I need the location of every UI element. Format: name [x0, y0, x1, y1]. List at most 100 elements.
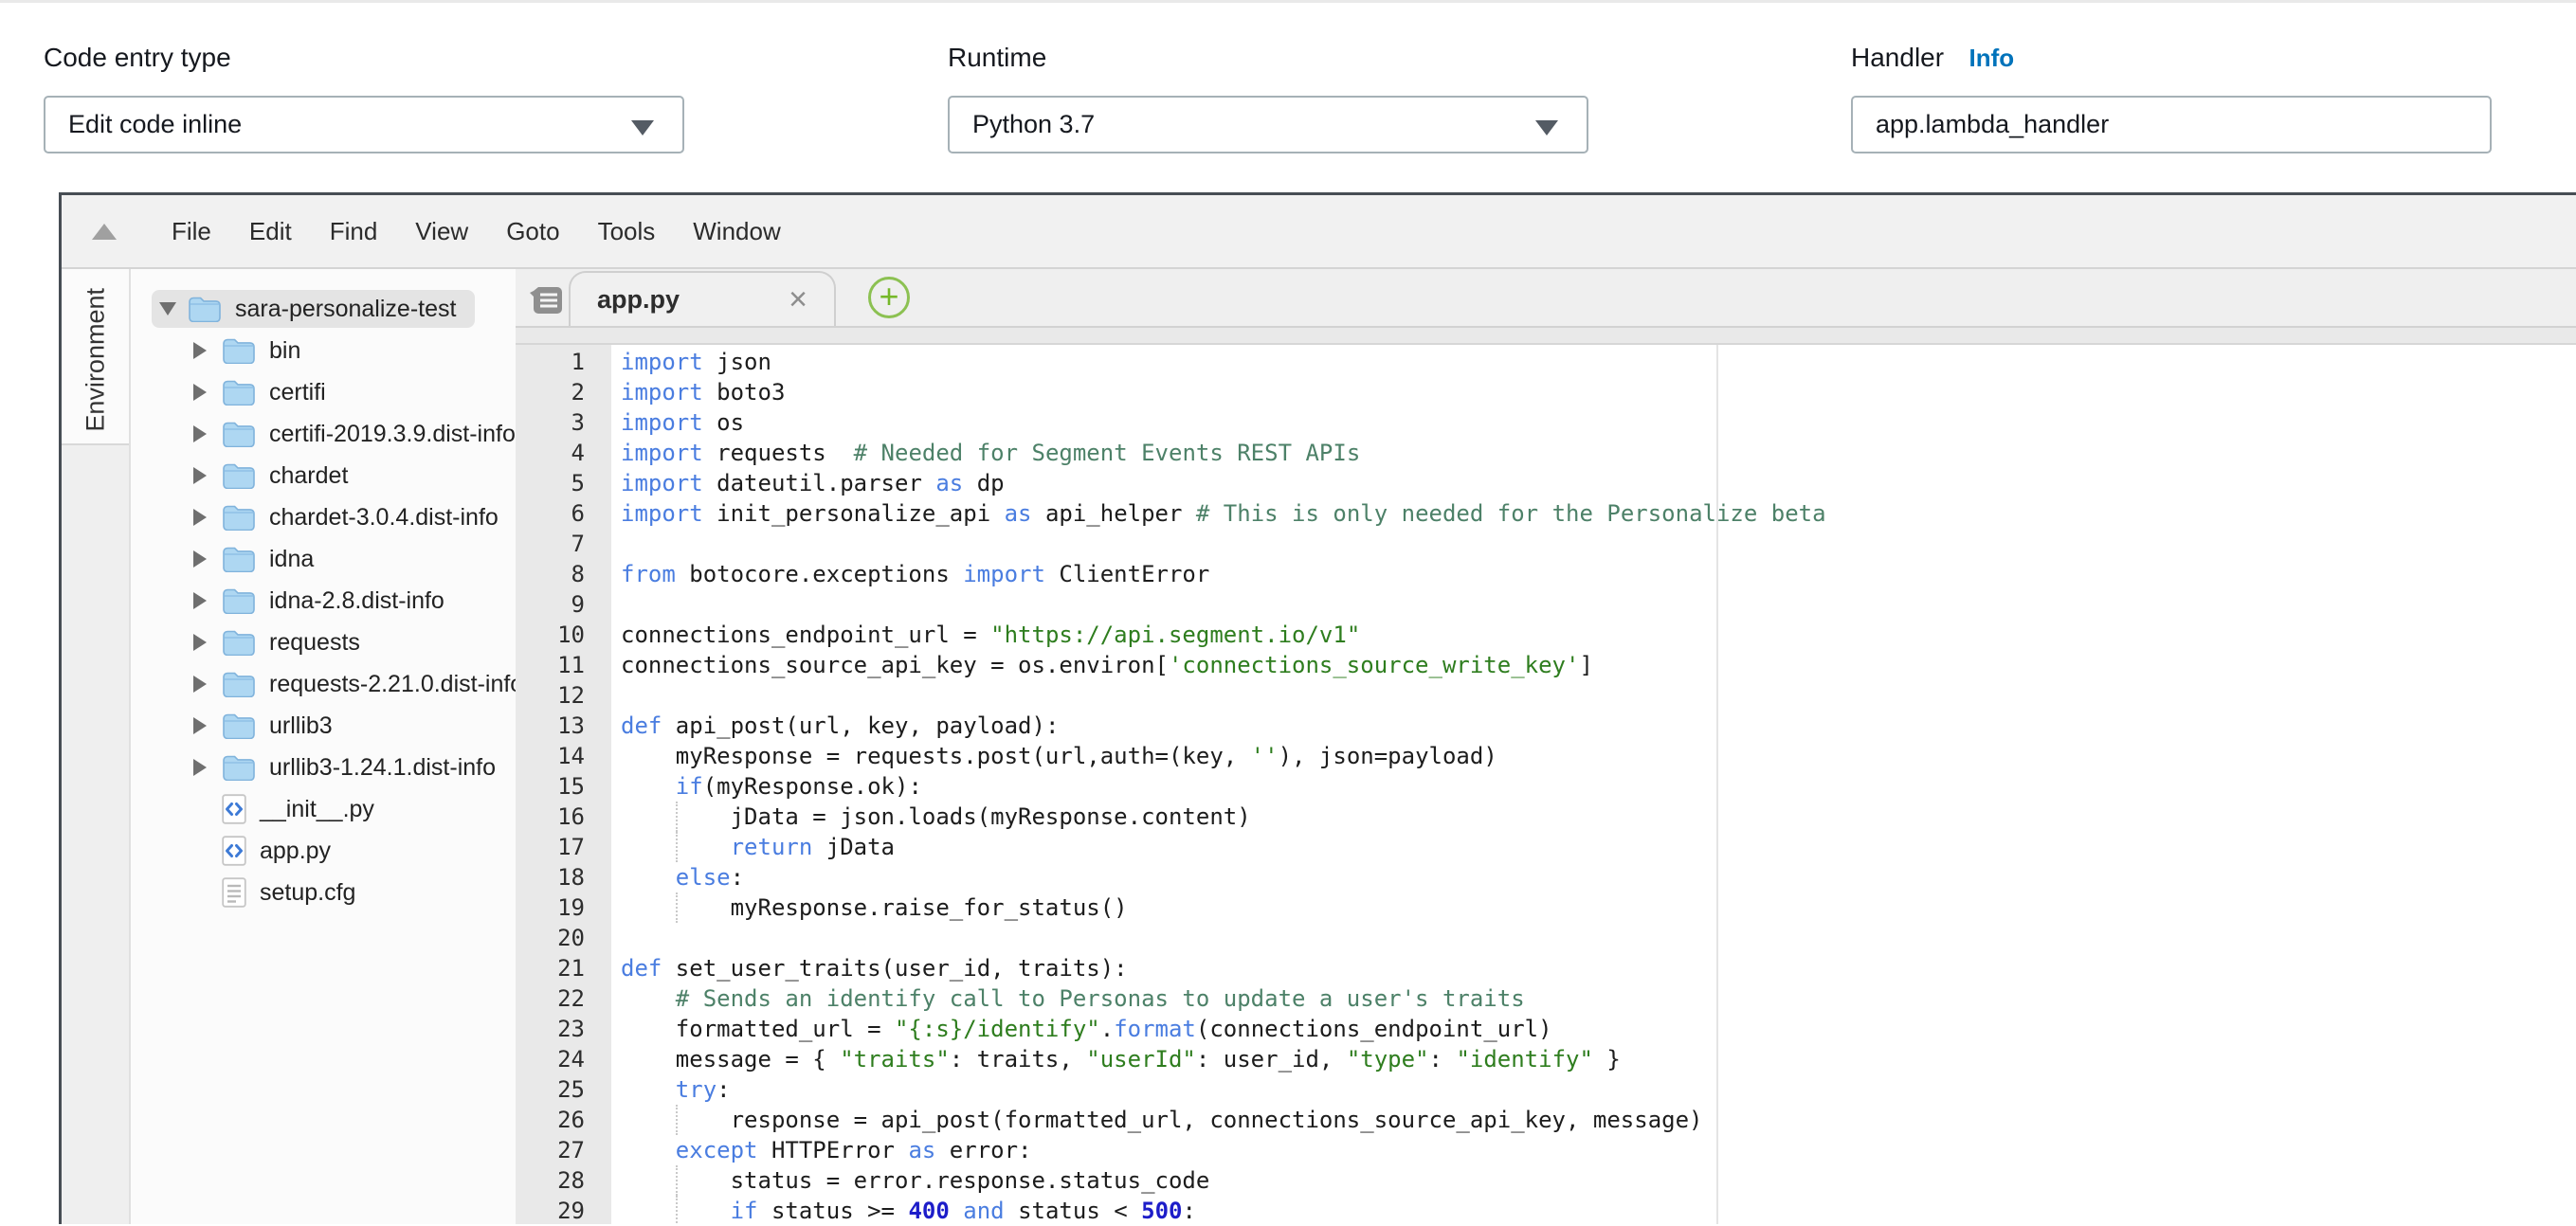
editor-gutter[interactable]: 1234567891011121314151617181920212223242… — [516, 345, 611, 1224]
code-line — [621, 923, 2576, 953]
editor-tab-strip: app.py × + — [516, 269, 2576, 345]
menu-find[interactable]: Find — [311, 217, 397, 245]
line-number: 21 — [516, 953, 585, 983]
disclosure-triangle-icon[interactable] — [193, 550, 222, 568]
menu-goto[interactable]: Goto — [487, 217, 578, 245]
code-line: import requests # Needed for Segment Eve… — [621, 438, 2576, 468]
line-number: 26 — [516, 1105, 585, 1135]
tree-item-setup.cfg[interactable]: setup.cfg — [131, 872, 516, 913]
tree-item-chardet-3.0.4.dist-info[interactable]: chardet-3.0.4.dist-info — [131, 496, 516, 538]
file-tree: sara-personalize-test bin certifi certifi-2… — [131, 269, 516, 1224]
new-tab-button[interactable]: + — [868, 277, 910, 318]
menu-window[interactable]: Window — [674, 217, 799, 245]
code-line: import os — [621, 407, 2576, 438]
menu-tools[interactable]: Tools — [579, 217, 675, 245]
code-line: if(myResponse.ok): — [621, 771, 2576, 802]
disclosure-triangle-icon[interactable] — [193, 717, 222, 734]
folder-icon — [222, 754, 256, 781]
tree-item-requests-2.21.0.dist-info[interactable]: requests-2.21.0.dist-info — [131, 663, 516, 705]
tab-list-icon[interactable] — [529, 283, 567, 322]
tree-item-certifi-2019.3.9.dist-info[interactable]: certifi-2019.3.9.dist-info — [131, 413, 516, 455]
line-number: 11 — [516, 650, 585, 680]
config-file-icon — [222, 877, 246, 908]
handler-info-link[interactable]: Info — [1969, 44, 2015, 73]
tree-row-highlight: chardet — [186, 457, 367, 495]
disclosure-triangle-icon[interactable] — [193, 676, 222, 693]
code-entry-type-select[interactable]: Edit code inline — [44, 96, 684, 153]
tab-environment[interactable]: Environment — [62, 269, 129, 445]
tree-item-bin[interactable]: bin — [131, 330, 516, 371]
tree-item-chardet[interactable]: chardet — [131, 455, 516, 496]
plus-icon: + — [879, 279, 898, 314]
tree-item-label: chardet — [269, 462, 348, 490]
runtime-select[interactable]: Python 3.7 — [948, 96, 1588, 153]
tree-item-label: certifi-2019.3.9.dist-info — [269, 421, 516, 448]
menu: FileEditFindViewGotoToolsWindow — [153, 217, 800, 246]
disclosure-triangle-icon[interactable] — [193, 384, 222, 401]
tab-app-py[interactable]: app.py × — [569, 271, 836, 326]
tree-item-certifi[interactable]: certifi — [131, 371, 516, 413]
folder-icon — [222, 629, 256, 656]
code-line: import json — [621, 347, 2576, 377]
disclosure-triangle-icon[interactable] — [193, 425, 222, 442]
code-line: connections_source_api_key = os.environ[… — [621, 650, 2576, 680]
tree-item-urllib3-1.24.1.dist-info[interactable]: urllib3-1.24.1.dist-info — [131, 747, 516, 788]
disclosure-triangle-icon[interactable] — [193, 592, 222, 609]
disclosure-triangle-icon[interactable] — [193, 634, 222, 651]
tree-item-label: idna — [269, 546, 314, 573]
tree-item-label: urllib3-1.24.1.dist-info — [269, 754, 496, 782]
disclosure-triangle-icon[interactable] — [193, 759, 222, 776]
folder-icon — [222, 421, 256, 447]
tree-item-label: sara-personalize-test — [235, 296, 456, 323]
tree-item-label: __init__.py — [260, 796, 374, 823]
tree-item-label: setup.cfg — [260, 879, 355, 907]
line-number: 9 — [516, 589, 585, 620]
menu-view[interactable]: View — [396, 217, 487, 245]
chevron-down-icon — [1535, 120, 1558, 135]
code-line: from botocore.exceptions import ClientEr… — [621, 559, 2576, 589]
line-number: 18 — [516, 862, 585, 892]
tree-row-highlight: idna-2.8.dist-info — [186, 582, 463, 620]
tree-row-highlight: app.py — [186, 832, 350, 870]
tree-item-urllib3[interactable]: urllib3 — [131, 705, 516, 747]
disclosure-triangle-icon[interactable] — [193, 342, 222, 359]
line-number: 8 — [516, 559, 585, 589]
runtime-label: Runtime — [948, 42, 1046, 74]
tree-item-__init__.py[interactable]: __init__.py — [131, 788, 516, 830]
line-number: 5 — [516, 468, 585, 498]
sidebar-strip: Environment — [62, 269, 131, 1224]
tree-item-app.py[interactable]: app.py — [131, 830, 516, 872]
disclosure-triangle-icon[interactable] — [193, 509, 222, 526]
code-line: if status >= 400 and status < 500: — [621, 1196, 2576, 1224]
tree-item-sara-personalize-test[interactable]: sara-personalize-test — [131, 288, 516, 330]
folder-icon — [222, 337, 256, 364]
code-line: message = { "traits": traits, "userId": … — [621, 1044, 2576, 1074]
editor-tabs-row: app.py × + — [516, 269, 2576, 328]
close-icon[interactable]: × — [789, 283, 807, 316]
handler-group: Handler Info — [1851, 42, 2492, 153]
tree-item-idna-2.8.dist-info[interactable]: idna-2.8.dist-info — [131, 580, 516, 622]
editor-pane: app.py × + 12345678910111213141516171819… — [516, 269, 2576, 1224]
disclosure-triangle-icon[interactable] — [193, 467, 222, 484]
collapse-triangle-icon[interactable] — [92, 224, 117, 240]
line-number: 22 — [516, 983, 585, 1014]
code-line: import boto3 — [621, 377, 2576, 407]
menu-edit[interactable]: Edit — [230, 217, 311, 245]
ide-frame: FileEditFindViewGotoToolsWindow Environm… — [59, 192, 2576, 1224]
code-editor[interactable]: import jsonimport boto3import osimport r… — [611, 345, 2576, 1224]
tree-item-idna[interactable]: idna — [131, 538, 516, 580]
menu-file[interactable]: File — [153, 217, 230, 245]
indent-guide — [676, 892, 678, 923]
tree-item-requests[interactable]: requests — [131, 622, 516, 663]
handler-input[interactable] — [1851, 96, 2492, 153]
disclosure-triangle-icon[interactable] — [159, 302, 188, 316]
folder-icon — [222, 587, 256, 614]
code-line: def api_post(url, key, payload): — [621, 711, 2576, 741]
line-number: 16 — [516, 802, 585, 832]
python-file-icon — [222, 794, 246, 824]
code-line: myResponse = requests.post(url,auth=(key… — [621, 741, 2576, 771]
indent-guide — [676, 1165, 678, 1196]
folder-icon — [222, 504, 256, 531]
tree-item-label: certifi — [269, 379, 326, 406]
tree-item-label: bin — [269, 337, 300, 365]
